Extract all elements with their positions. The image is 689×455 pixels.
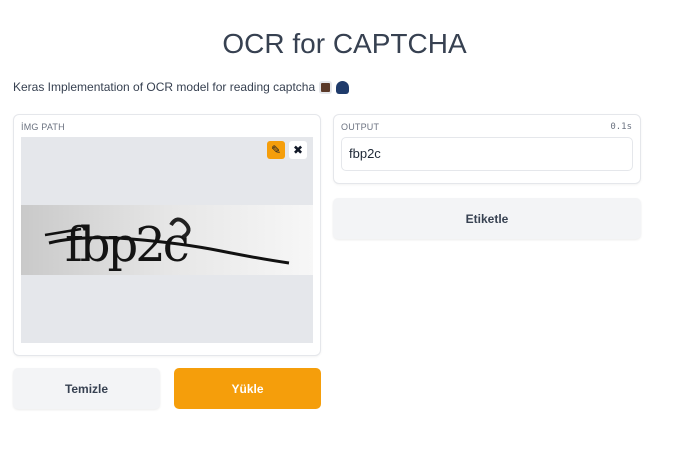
output-textbox[interactable]: fbp2c (341, 137, 633, 171)
image-input-panel: İMG PATH fbp2c ✎ ✖ (13, 114, 321, 356)
close-icon: ✖ (292, 143, 304, 157)
image-path-label: İMG PATH (21, 122, 65, 132)
page-description: Keras Implementation of OCR model for re… (13, 80, 350, 94)
person-emoji-icon (336, 80, 350, 94)
clear-button[interactable]: Temizle (13, 368, 160, 409)
tag-button[interactable]: Etiketle (333, 198, 641, 239)
captcha-image-text: fbp2c (65, 217, 188, 273)
pencil-icon: ✎ (270, 143, 282, 157)
remove-image-button[interactable]: ✖ (289, 141, 307, 159)
inference-time: 0.1s (610, 122, 632, 132)
image-preview[interactable]: fbp2c ✎ ✖ (21, 137, 313, 343)
output-label: OUTPUT (341, 122, 380, 132)
dog-emoji-icon (319, 80, 333, 94)
upload-button[interactable]: Yükle (174, 368, 321, 409)
description-text: Keras Implementation of OCR model for re… (13, 80, 316, 94)
edit-image-button[interactable]: ✎ (267, 141, 285, 159)
captcha-image: fbp2c (21, 205, 313, 275)
output-panel: OUTPUT 0.1s fbp2c (333, 114, 641, 184)
page-title: OCR for CAPTCHA (222, 28, 467, 59)
